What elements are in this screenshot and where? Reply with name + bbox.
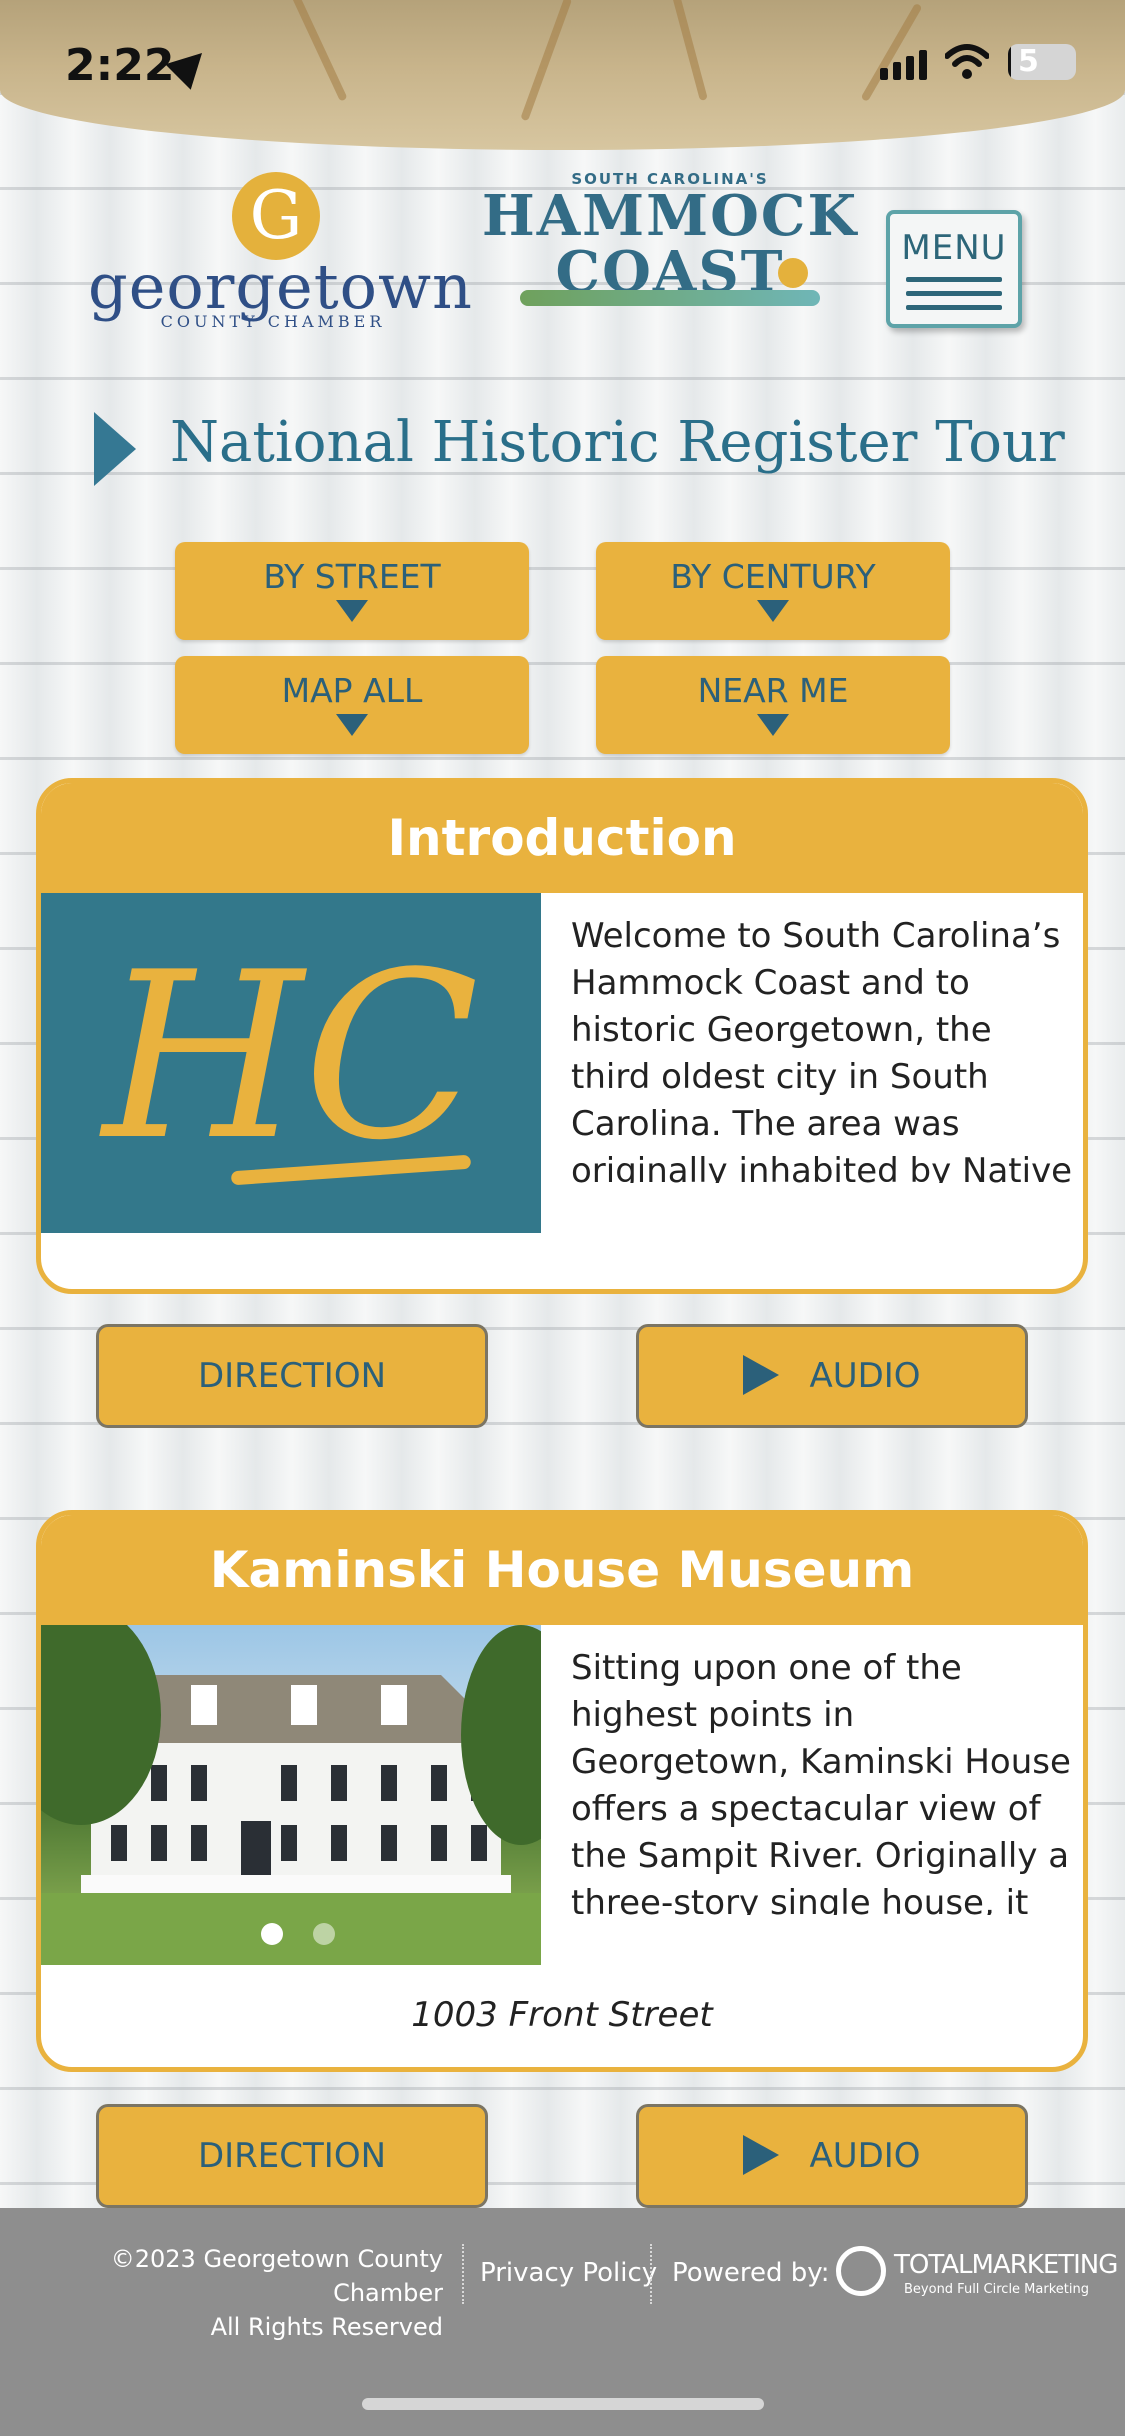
filter-label: MAP ALL [281, 671, 423, 710]
privacy-policy-link[interactable]: Privacy Policy [480, 2258, 657, 2288]
audio-button[interactable]: AUDIO [636, 1324, 1028, 1428]
card-title: Kaminski House Museum [41, 1515, 1083, 1625]
filter-label: BY STREET [263, 557, 441, 596]
copyright-line-1: ©2023 Georgetown County Chamber [110, 2245, 443, 2307]
tour-stop-card-kaminski[interactable]: Kaminski House Museum Sitting upon one o… [36, 1510, 1088, 2072]
caret-down-icon [757, 714, 789, 736]
hammock-coast-image: HC [41, 893, 541, 1233]
battery-percent: 5 [1018, 44, 1039, 79]
wave-decoration [520, 290, 820, 306]
carousel-dot[interactable] [313, 1923, 335, 1945]
footer-copyright: ©2023 Georgetown County Chamber All Righ… [0, 2242, 443, 2344]
hammock-coast-logo[interactable]: SOUTH CAROLINA'S HAMMOCK COAST [480, 170, 860, 330]
georgetown-chamber-logo[interactable]: G georgetown COUNTY CHAMBER [88, 172, 472, 342]
status-bar: 2:22 5 [0, 40, 1125, 100]
footer-divider [462, 2244, 464, 2304]
status-time: 2:22 [65, 40, 175, 91]
kaminski-house-photo[interactable] [41, 1625, 541, 1965]
footer-divider [650, 2244, 652, 2304]
hamburger-icon [906, 277, 1002, 282]
filter-label: NEAR ME [697, 671, 849, 710]
hammock-logo-line1: HAMMOCK [481, 183, 859, 249]
play-icon [743, 2134, 780, 2175]
caret-down-icon [336, 600, 368, 622]
filter-map-all-button[interactable]: MAP ALL [175, 656, 529, 754]
direction-label: DIRECTION [197, 1356, 387, 1396]
direction-label: DIRECTION [197, 2136, 387, 2176]
card-description: Welcome to South Carolina’s Hammock Coas… [571, 916, 1073, 1183]
sun-icon [778, 258, 808, 288]
caret-down-icon [757, 600, 789, 622]
direction-button[interactable]: DIRECTION [96, 1324, 488, 1428]
total-marketing-logo-icon[interactable] [836, 2246, 886, 2296]
menu-label: MENU [901, 228, 1007, 268]
audio-label: AUDIO [809, 2136, 921, 2176]
house-illustration [41, 1625, 541, 1965]
filter-by-street-button[interactable]: BY STREET [175, 542, 529, 640]
cellular-signal-icon [880, 48, 927, 80]
total-marketing-tagline: Beyond Full Circle Marketing [904, 2282, 1089, 2297]
menu-button[interactable]: MENU [886, 210, 1022, 328]
filter-label: BY CENTURY [670, 557, 876, 596]
wifi-icon [945, 44, 989, 79]
carousel-dot-active[interactable] [261, 1923, 283, 1945]
chamber-logo-sub: COUNTY CHAMBER [160, 312, 386, 331]
tour-stop-card-introduction[interactable]: Introduction HC Welcome to South Carolin… [36, 778, 1088, 1294]
direction-button[interactable]: DIRECTION [96, 2104, 488, 2208]
chamber-logo-letter: G [232, 172, 320, 260]
title-arrow-icon [94, 412, 136, 486]
card-description: Sitting upon one of the highest points i… [571, 1648, 1071, 1915]
filter-by-century-button[interactable]: BY CENTURY [596, 542, 950, 640]
card-title: Introduction [41, 783, 1083, 893]
total-marketing-brand[interactable]: TOTALMARKETING [894, 2250, 1118, 2280]
copyright-line-2: All Rights Reserved [210, 2313, 443, 2341]
page-title: National Historic Register Tour [170, 410, 1065, 475]
audio-button[interactable]: AUDIO [636, 2104, 1028, 2208]
powered-by-label: Powered by: [672, 2258, 830, 2288]
battery-icon: 5 [1008, 44, 1076, 80]
card-address: 1003 Front Street [411, 1995, 713, 2035]
play-icon [743, 1354, 780, 1395]
caret-down-icon [336, 714, 368, 736]
home-indicator[interactable] [362, 2398, 764, 2410]
audio-label: AUDIO [809, 1356, 921, 1396]
hamburger-icon-bar [906, 305, 1002, 310]
battery-fill [1008, 44, 1012, 80]
hamburger-icon-bar [906, 291, 1002, 296]
filter-near-me-button[interactable]: NEAR ME [596, 656, 950, 754]
